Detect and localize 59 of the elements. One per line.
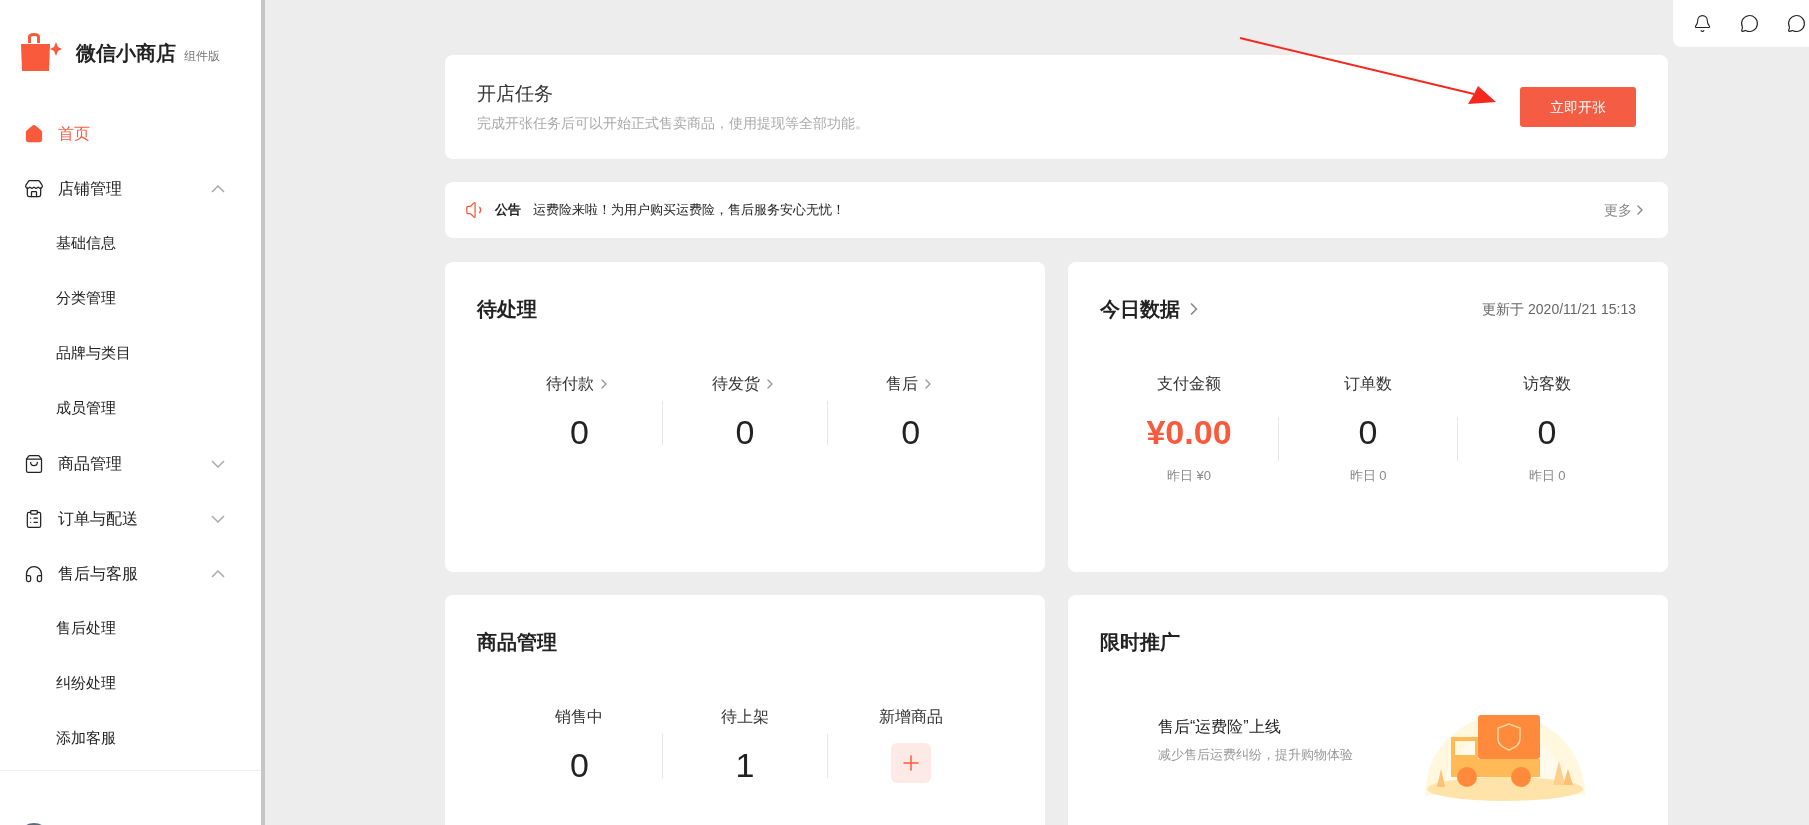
metric-label: 待上架 [721, 707, 769, 727]
card-title: 限时推广 [1100, 630, 1181, 655]
metric-label[interactable]: 待发货 [712, 372, 778, 396]
bell-icon[interactable] [1693, 14, 1712, 33]
metric-value: 0 [901, 412, 921, 453]
bag-icon [24, 453, 44, 474]
card-title: 商品管理 [477, 630, 558, 655]
notice-tag: 公告 [495, 200, 521, 220]
promo-headline: 售后“运费险”上线 [1158, 716, 1282, 737]
metric-label: 访客数 [1523, 374, 1571, 394]
store-icon [24, 178, 44, 199]
nav-subitem[interactable]: 售后处理 [0, 601, 261, 656]
promo-subline: 减少售后运费纠纷，提升购物体验 [1158, 745, 1354, 764]
metric-value: 0 [1358, 412, 1378, 453]
chevron-down-icon [211, 459, 225, 468]
metric-value: 0 [735, 412, 755, 453]
logo-icon [20, 33, 62, 73]
nav-subitem[interactable]: 分类管理 [0, 271, 261, 326]
add-product-button[interactable] [890, 743, 931, 783]
nav-item[interactable]: 商品管理 [0, 436, 261, 491]
chat-icon[interactable] [1740, 14, 1759, 33]
task-description: 完成开张任务后可以开始正式售卖商品，使用提现等全部功能。 [477, 113, 870, 133]
metric-label[interactable]: 售后 [885, 372, 936, 396]
metric-value: 0 [569, 412, 589, 453]
nav-subitem[interactable]: 品牌与类目 [0, 326, 261, 381]
nav-subitem[interactable]: 纠纷处理 [0, 656, 261, 711]
edition-label: 组件版 [184, 48, 220, 65]
clipboard-icon [24, 508, 44, 529]
metric-label: 销售中 [555, 707, 604, 727]
metric-label[interactable]: 待付款 [546, 372, 613, 396]
metric-subtext: 昨日 ¥0 [1166, 467, 1212, 485]
app-title: 微信小商店 [76, 41, 176, 66]
nav-subitem[interactable]: 成员管理 [0, 381, 261, 436]
metric-label: 支付金额 [1157, 374, 1221, 394]
notice-text[interactable]: 运费险来啦！为用户购买运费险，售后服务安心无忧！ [533, 200, 1604, 220]
metric-value: 0 [569, 745, 589, 786]
metric-subtext: 昨日 0 [1349, 467, 1387, 485]
nav-subitem[interactable]: 添加客服 [0, 711, 261, 766]
chevron-up-icon [211, 184, 225, 193]
chat-icon[interactable] [1787, 14, 1806, 33]
metric-value: 0 [1537, 412, 1557, 453]
nav-item[interactable]: 订单与配送 [0, 491, 261, 546]
metric-label: 订单数 [1344, 374, 1392, 394]
task-title: 开店任务 [477, 82, 554, 107]
update-time: 更新于 2020/11/21 15:13 [1482, 299, 1636, 319]
chevron-up-icon [211, 569, 225, 578]
more-link[interactable]: 更多 [1604, 199, 1648, 221]
headset-icon [24, 563, 44, 584]
chevron-down-icon [211, 514, 225, 523]
metric-value: 1 [735, 745, 755, 786]
card-title[interactable]: 今日数据 [1100, 294, 1180, 324]
metric-label: 新增商品 [878, 707, 943, 727]
nav-item[interactable]: 店铺管理 [0, 161, 261, 216]
metric-value: ¥0.00 [1146, 412, 1232, 453]
card-title: 待处理 [477, 297, 538, 322]
metric-subtext: 昨日 0 [1528, 467, 1566, 485]
nav-item[interactable]: 售后与客服 [0, 546, 261, 601]
home-icon [24, 123, 44, 144]
nav-subitem[interactable]: 基础信息 [0, 216, 261, 271]
